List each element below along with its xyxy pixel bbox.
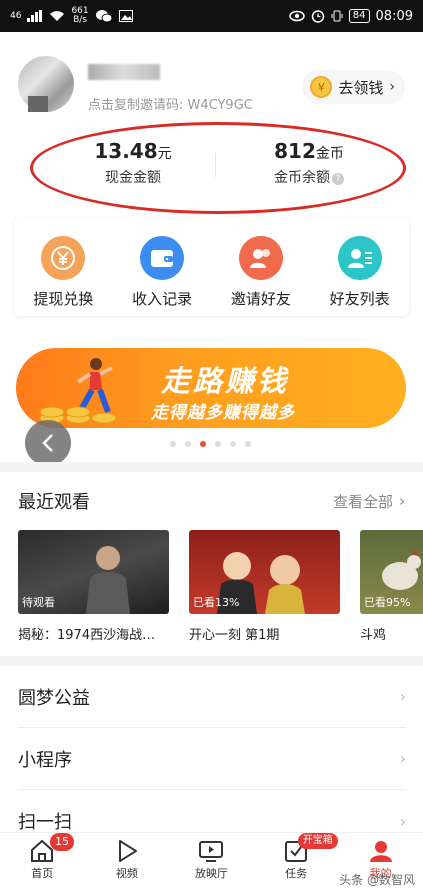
- video-thumbnail: 已看13%: [189, 530, 340, 614]
- menu-item-mini-programs[interactable]: 小程序 ›: [18, 728, 406, 790]
- tv-icon: [199, 841, 224, 862]
- banner-subtitle: 走得越多赚得越多: [151, 403, 295, 423]
- pagination-dot[interactable]: [230, 441, 236, 447]
- section-divider: [0, 656, 423, 666]
- coin-value: 812: [274, 139, 316, 163]
- income-records-button[interactable]: 收入记录: [113, 218, 212, 316]
- section-divider: [0, 462, 423, 472]
- banner-prev-button[interactable]: [25, 420, 71, 466]
- coin-icon: ¥: [310, 76, 333, 98]
- invite-friends-label: 邀请好友: [230, 290, 291, 308]
- chevron-left-icon: [42, 434, 53, 452]
- video-title: 揭秘：1974西沙海战…: [18, 628, 156, 643]
- profile-header: 点击复制邀请码: W4CY9GC ¥ 去领钱 ›: [18, 48, 405, 118]
- income-records-label: 收入记录: [132, 290, 193, 308]
- battery-level: 84: [348, 9, 370, 23]
- treasure-box-badge: 开宝箱: [297, 833, 338, 849]
- watermark: 头条 @数智风: [339, 873, 415, 887]
- chevron-right-icon: ›: [399, 749, 406, 768]
- recent-list: 待观看 揭秘：1974西沙海战… 已看13% 开心一刻 第1期 已看95% 斗鸡: [18, 530, 423, 645]
- tab-label: 首页: [31, 867, 54, 880]
- video-thumbnail: 已看95%: [360, 530, 423, 614]
- coin-balance[interactable]: 812金币 金币余额?: [219, 139, 399, 187]
- recent-header: 最近观看 查看全部 ›: [18, 486, 405, 516]
- chevron-right-icon: ›: [399, 811, 406, 831]
- network-speed: 661 B/s: [71, 6, 89, 25]
- friend-list-label: 好友列表: [329, 290, 390, 308]
- home-badge: 15: [50, 833, 74, 851]
- pagination-dot[interactable]: [170, 441, 176, 447]
- play-icon: [118, 840, 137, 862]
- get-money-label: 去领钱: [338, 78, 384, 97]
- view-all-label: 查看全部: [332, 492, 393, 511]
- video-title: 开心一刻 第1期: [189, 628, 280, 643]
- clock: 08:09: [375, 8, 413, 24]
- invite-code[interactable]: 点击复制邀请码: W4CY9GC: [88, 94, 253, 113]
- balance-panel: 13.48元 现金金额 812金币 金币余额?: [30, 122, 406, 214]
- wifi-icon: [50, 11, 65, 21]
- invite-friends-button[interactable]: 邀请好友: [212, 218, 311, 316]
- promo-banner[interactable]: 走路赚钱 走得越多赚得越多: [16, 348, 406, 428]
- coin-label: 金币余额: [274, 170, 330, 186]
- yen-icon: [41, 236, 86, 280]
- tab-label: 放映厅: [194, 867, 228, 880]
- cash-unit: 元: [157, 146, 172, 162]
- watch-progress: 已看95%: [364, 596, 411, 609]
- gallery-icon: [118, 10, 133, 22]
- tab-home[interactable]: 15 首页: [0, 833, 85, 896]
- withdraw-button[interactable]: 提现兑换: [14, 218, 113, 316]
- recent-item[interactable]: 已看13% 开心一刻 第1期: [189, 530, 340, 643]
- cash-balance[interactable]: 13.48元 现金金额: [43, 139, 223, 187]
- chevron-right-icon: ›: [399, 492, 405, 510]
- menu-item-charity[interactable]: 圆梦公益 ›: [18, 666, 406, 728]
- menu-label: 小程序: [18, 749, 72, 771]
- divider: [215, 153, 216, 177]
- video-thumbnail: 待观看: [18, 530, 169, 614]
- watch-progress: 已看13%: [193, 596, 240, 609]
- vibrate-icon: [331, 10, 343, 22]
- cash-label: 现金金额: [105, 170, 161, 186]
- alarm-icon: [311, 10, 325, 23]
- video-title: 斗鸡: [360, 628, 387, 643]
- eye-icon: [289, 10, 305, 22]
- recent-item[interactable]: 已看95% 斗鸡: [360, 530, 423, 643]
- tab-video[interactable]: 视频: [85, 833, 170, 896]
- recent-item[interactable]: 待观看 揭秘：1974西沙海战…: [18, 530, 169, 643]
- watch-progress: 待观看: [22, 596, 55, 609]
- withdraw-label: 提现兑换: [33, 290, 94, 308]
- chevron-right-icon: ›: [399, 687, 406, 706]
- username-blurred: [88, 64, 160, 80]
- recent-title: 最近观看: [18, 492, 90, 513]
- menu-label: 扫一扫: [18, 812, 72, 833]
- friend-list-button[interactable]: 好友列表: [310, 218, 409, 316]
- invite-user-icon: [238, 236, 283, 280]
- coin-unit: 金币: [315, 146, 344, 162]
- status-bar: 46 661 B/s 84 08:09: [0, 0, 423, 32]
- wechat-icon: [95, 10, 113, 23]
- tab-label: 任务: [285, 867, 308, 880]
- help-icon[interactable]: ?: [332, 173, 344, 185]
- menu-label: 圆梦公益: [18, 687, 90, 709]
- profile-icon: [369, 841, 392, 862]
- cash-value: 13.48: [94, 139, 158, 163]
- tab-cinema[interactable]: 放映厅: [169, 833, 254, 896]
- banner-title: 走路赚钱: [161, 364, 290, 398]
- pagination-dot[interactable]: [215, 441, 221, 447]
- pagination-dot-active[interactable]: [200, 441, 206, 447]
- avatar[interactable]: [18, 56, 74, 112]
- chevron-right-icon: ›: [389, 79, 395, 95]
- get-money-button[interactable]: ¥ 去领钱 ›: [302, 70, 405, 104]
- wallet-icon: [140, 236, 185, 280]
- signal-icon: [27, 10, 43, 22]
- quick-actions: 提现兑换 收入记录 邀请好友 好友列表: [14, 218, 409, 316]
- tab-tasks[interactable]: 开宝箱 任务: [254, 833, 339, 896]
- view-all-button[interactable]: 查看全部 ›: [333, 491, 405, 512]
- network-indicator: 46: [10, 10, 22, 21]
- friend-list-icon: [337, 236, 382, 280]
- tab-label: 视频: [115, 867, 138, 880]
- pagination-dot[interactable]: [245, 441, 251, 447]
- banner-pagination: [170, 441, 251, 447]
- pagination-dot[interactable]: [185, 441, 191, 447]
